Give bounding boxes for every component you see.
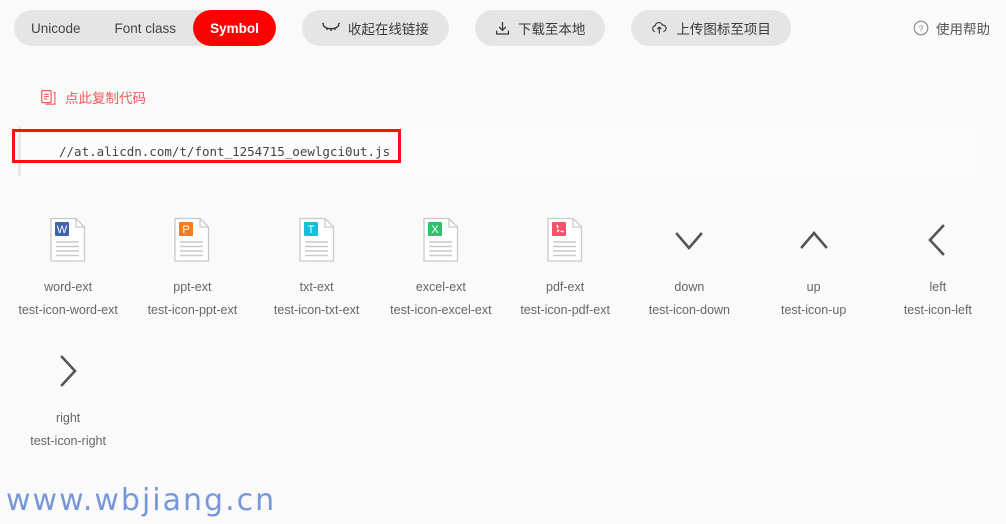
icon-name: up <box>806 280 821 294</box>
icon-class-name: test-icon-right <box>30 434 106 448</box>
copy-code-icon <box>41 89 56 105</box>
icon-class-name: test-icon-pdf-ext <box>520 303 610 317</box>
icon-name: pdf-ext <box>546 280 585 294</box>
icon-name: excel-ext <box>415 280 466 294</box>
icon-item-ppt-ext[interactable]: P ppt-ext test-icon-ppt-ext <box>130 212 254 317</box>
upload-icons-to-project-label: 上传图标至项目 <box>676 22 771 37</box>
collapse-online-link-button[interactable]: 收起在线链接 <box>301 10 449 46</box>
chevron-up-icon <box>786 212 842 268</box>
file-pdf-icon <box>537 212 593 268</box>
code-block-wrapper: //at.alicdn.com/t/font_1254715_oewlgci0u… <box>0 126 1006 176</box>
chevron-left-icon <box>910 212 966 268</box>
file-txt-icon: T <box>289 212 345 268</box>
download-local-button[interactable]: 下载至本地 <box>474 10 606 46</box>
file-ppt-icon: P <box>164 212 220 268</box>
chevron-right-icon <box>40 343 96 399</box>
icon-item-up[interactable]: up test-icon-up <box>752 212 876 317</box>
icon-class-name: test-icon-ppt-ext <box>147 303 238 317</box>
help-link[interactable]: ? 使用帮助 <box>913 18 990 38</box>
icon-item-left[interactable]: left test-icon-left <box>876 212 1000 317</box>
question-circle-icon: ? <box>913 20 929 36</box>
download-icon <box>495 21 510 36</box>
svg-text:X: X <box>431 224 439 236</box>
download-local-label: 下载至本地 <box>517 22 586 37</box>
upload-icons-to-project-button[interactable]: 上传图标至项目 <box>631 10 791 46</box>
file-word-icon: W <box>40 212 96 268</box>
cdn-script-url[interactable]: //at.alicdn.com/t/font_1254715_oewlgci0u… <box>21 144 390 159</box>
tab-symbol[interactable]: Symbol <box>193 10 276 46</box>
copy-code-row[interactable]: 点此复制代码 <box>0 86 1006 108</box>
icon-class-name: test-icon-up <box>780 303 847 317</box>
copy-code-label[interactable]: 点此复制代码 <box>65 87 146 107</box>
svg-text:W: W <box>57 224 68 236</box>
icon-class-name: test-icon-txt-ext <box>273 303 360 317</box>
icon-item-right[interactable]: right test-icon-right <box>6 343 130 448</box>
help-label: 使用帮助 <box>936 22 990 37</box>
collapse-online-link-label: 收起在线链接 <box>347 22 429 37</box>
icon-item-word-ext[interactable]: W word-ext test-icon-word-ext <box>6 212 130 317</box>
tab-unicode[interactable]: Unicode <box>14 10 98 46</box>
svg-text:T: T <box>307 224 314 236</box>
icon-name: word-ext <box>44 280 93 294</box>
icon-name: txt-ext <box>299 280 334 294</box>
icon-class-name: test-icon-left <box>903 303 972 317</box>
file-excel-icon: X <box>413 212 469 268</box>
icon-grid: W word-ext test-icon-word-ext P ppt-ext … <box>0 212 1006 448</box>
icon-class-name: test-icon-excel-ext <box>390 303 492 317</box>
upload-cloud-icon <box>651 21 668 35</box>
eye-closed-icon <box>321 22 340 34</box>
svg-text:P: P <box>183 224 190 236</box>
tab-font-class[interactable]: Font class <box>98 10 194 46</box>
icon-name: right <box>55 411 81 425</box>
icon-item-down[interactable]: down test-icon-down <box>627 212 751 317</box>
icon-item-pdf-ext[interactable]: pdf-ext test-icon-pdf-ext <box>503 212 627 317</box>
chevron-down-icon <box>661 212 717 268</box>
icon-name: ppt-ext <box>173 280 212 294</box>
icon-name: down <box>674 280 705 294</box>
icon-item-excel-ext[interactable]: X excel-ext test-icon-excel-ext <box>379 212 503 317</box>
toolbar: Unicode Font class Symbol 收起在线链接 下载至本地 上… <box>0 0 1006 56</box>
icon-item-txt-ext[interactable]: T txt-ext test-icon-txt-ext <box>255 212 379 317</box>
icon-class-name: test-icon-word-ext <box>18 303 118 317</box>
icon-class-name: test-icon-down <box>648 303 731 317</box>
site-watermark: www.wbjiang.cn <box>6 483 277 518</box>
code-block[interactable]: //at.alicdn.com/t/font_1254715_oewlgci0u… <box>18 126 974 176</box>
format-segmented-control[interactable]: Unicode Font class Symbol <box>14 10 276 46</box>
svg-text:?: ? <box>919 23 924 33</box>
icon-name: left <box>929 280 947 294</box>
